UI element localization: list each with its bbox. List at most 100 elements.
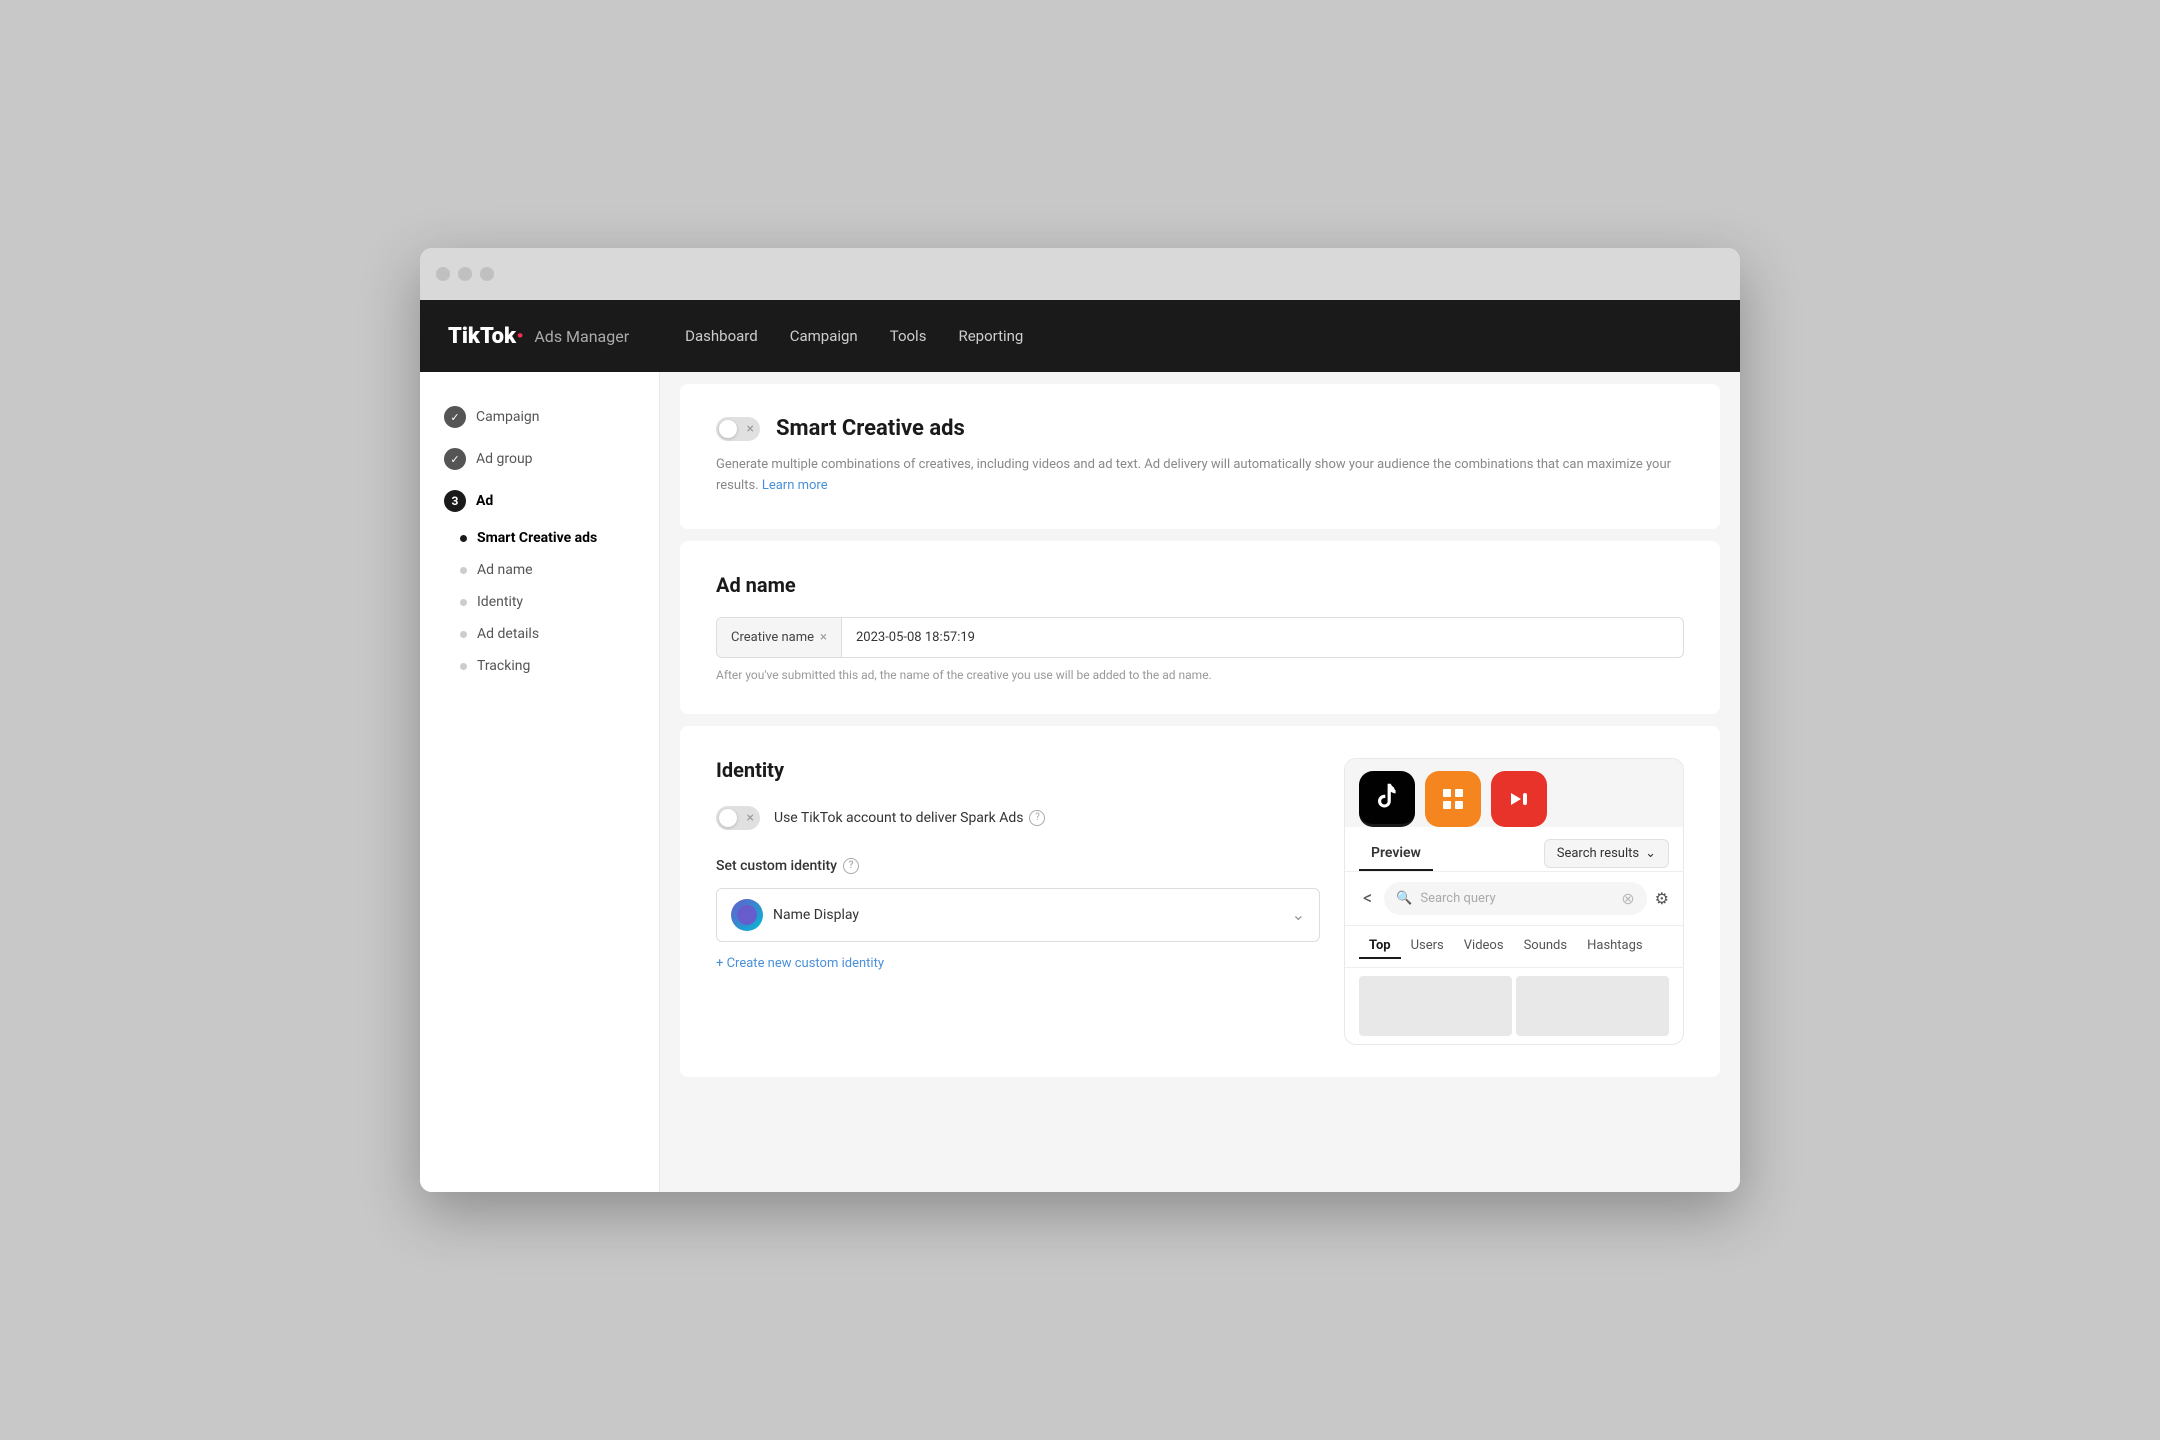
filter-icon[interactable]: ⚙ (1655, 889, 1669, 908)
sidebar-tracking-label: Tracking (477, 658, 530, 674)
ad-name-dot (460, 567, 467, 574)
ad-name-tag-close[interactable]: × (820, 630, 827, 645)
sidebar-identity-label: Identity (477, 594, 523, 610)
spark-row: Use TikTok account to deliver Spark Ads … (716, 806, 1320, 830)
ad-name-value[interactable]: 2023-05-08 18:57:19 (842, 618, 1683, 657)
nav-tools[interactable]: Tools (890, 323, 927, 349)
sidebar-item-ad[interactable]: 3 Ad (420, 480, 659, 522)
phone-preview: Preview Search results ⌄ < 🔍 (1344, 758, 1684, 1045)
ad-name-tag: Creative name × (717, 618, 842, 657)
search-clear-icon[interactable]: ⊗ (1621, 889, 1634, 908)
nav-items: Dashboard Campaign Tools Reporting (685, 323, 1023, 349)
app-window: TikTok· Ads Manager Dashboard Campaign T… (420, 248, 1740, 1192)
preview-tabs: Preview Search results ⌄ (1345, 827, 1683, 872)
adgroup-check-icon: ✓ (444, 448, 466, 470)
filter-tab-videos[interactable]: Videos (1454, 934, 1514, 959)
filter-tab-hashtags[interactable]: Hashtags (1577, 934, 1653, 959)
sidebar-ad-name-label: Ad name (477, 562, 533, 578)
logo-tik: TikTok (448, 324, 516, 349)
ad-name-hint: After you've submitted this ad, the name… (716, 668, 1684, 682)
sidebar-sub-smart-creative[interactable]: Smart Creative ads (460, 522, 659, 554)
smart-creative-toggle[interactable] (716, 417, 760, 441)
search-results-chevron-icon: ⌄ (1645, 846, 1656, 861)
title-bar (420, 248, 1740, 300)
sidebar-sub-identity[interactable]: Identity (460, 586, 659, 618)
preview-app-icons (1345, 759, 1683, 827)
preview-search-row: < 🔍 Search query ⊗ ⚙ (1345, 872, 1683, 926)
tiktok-app-icon[interactable] (1359, 771, 1415, 827)
spark-toggle-thumb (719, 809, 737, 827)
logo-dot: · (516, 323, 524, 349)
spark-help-icon[interactable]: ? (1029, 810, 1045, 826)
smart-creative-title: Smart Creative ads (776, 416, 965, 441)
filter-tab-users[interactable]: Users (1401, 934, 1454, 959)
orange-app-icon[interactable] (1425, 771, 1481, 827)
create-custom-identity[interactable]: + Create new custom identity (716, 956, 1320, 971)
smart-creative-header: Smart Creative ads (716, 416, 1684, 441)
red-app-icon[interactable] (1491, 771, 1547, 827)
identity-container: Identity Use TikTok account to deliver S… (716, 758, 1684, 1045)
main-layout: ✓ Campaign ✓ Ad group 3 Ad Smart Creativ… (420, 372, 1740, 1192)
identity-dropdown[interactable]: Name Display ⌄ (716, 888, 1320, 942)
sidebar: ✓ Campaign ✓ Ad group 3 Ad Smart Creativ… (420, 372, 660, 1192)
sidebar-sub-ad-name[interactable]: Ad name (460, 554, 659, 586)
ad-name-title: Ad name (716, 573, 1684, 597)
search-results-tab[interactable]: Search results ⌄ (1544, 839, 1669, 868)
traffic-light-maximize[interactable] (480, 267, 494, 281)
sidebar-ad-details-label: Ad details (477, 626, 539, 642)
spark-label: Use TikTok account to deliver Spark Ads … (774, 810, 1045, 826)
identity-dot (460, 599, 467, 606)
search-query-placeholder: Search query (1420, 891, 1613, 906)
identity-section: Identity Use TikTok account to deliver S… (680, 726, 1720, 1077)
ad-details-dot (460, 631, 467, 638)
custom-identity-help-icon[interactable]: ? (843, 858, 859, 874)
sidebar-sub-tracking[interactable]: Tracking (460, 650, 659, 682)
ad-name-section: Ad name Creative name × 2023-05-08 18:57… (680, 541, 1720, 714)
preview-grid (1345, 968, 1683, 1044)
custom-identity-label: Set custom identity ? (716, 858, 1320, 874)
content-area: Smart Creative ads Generate multiple com… (660, 372, 1740, 1192)
sidebar-item-adgroup[interactable]: ✓ Ad group (420, 438, 659, 480)
sidebar-campaign-label: Campaign (476, 409, 539, 425)
ad-name-tag-text: Creative name (731, 630, 814, 645)
preview-tab-preview[interactable]: Preview (1359, 837, 1433, 871)
preview-cell-2 (1516, 976, 1669, 1036)
sidebar-adgroup-label: Ad group (476, 451, 533, 467)
identity-chevron-icon: ⌄ (1292, 905, 1305, 924)
sidebar-sub-ad-details[interactable]: Ad details (460, 618, 659, 650)
ad-num-icon: 3 (444, 490, 466, 512)
filter-tab-top[interactable]: Top (1359, 934, 1401, 959)
logo: TikTok· Ads Manager (448, 323, 629, 349)
preview-filter-tabs: Top Users Videos Sounds Hashtags (1345, 926, 1683, 968)
preview-search-box[interactable]: 🔍 Search query ⊗ (1384, 882, 1647, 915)
sidebar-ad-label: Ad (476, 493, 493, 509)
campaign-check-icon: ✓ (444, 406, 466, 428)
identity-left: Identity Use TikTok account to deliver S… (716, 758, 1320, 1045)
learn-more-link[interactable]: Learn more (762, 478, 828, 493)
identity-avatar (731, 899, 763, 931)
smart-creative-desc: Generate multiple combinations of creati… (716, 455, 1684, 497)
identity-avatar-inner (731, 899, 763, 931)
nav-campaign[interactable]: Campaign (790, 323, 858, 349)
spark-toggle[interactable] (716, 806, 760, 830)
sidebar-sub: Smart Creative ads Ad name Identity Ad d… (420, 522, 659, 682)
sidebar-item-campaign[interactable]: ✓ Campaign (420, 396, 659, 438)
search-icon: 🔍 (1396, 891, 1412, 906)
identity-name-text: Name Display (773, 907, 1282, 923)
sidebar-smart-creative-label: Smart Creative ads (477, 530, 597, 546)
logo-ads: Ads Manager (534, 327, 629, 346)
traffic-light-minimize[interactable] (458, 267, 472, 281)
smart-creative-section: Smart Creative ads Generate multiple com… (680, 384, 1720, 529)
filter-tab-sounds[interactable]: Sounds (1514, 934, 1578, 959)
nav-reporting[interactable]: Reporting (958, 323, 1023, 349)
preview-back-button[interactable]: < (1359, 888, 1376, 909)
traffic-light-close[interactable] (436, 267, 450, 281)
nav-dashboard[interactable]: Dashboard (685, 323, 758, 349)
tracking-dot (460, 663, 467, 670)
identity-title: Identity (716, 758, 1320, 782)
logo-tiktok: TikTok· (448, 323, 524, 349)
top-nav: TikTok· Ads Manager Dashboard Campaign T… (420, 300, 1740, 372)
smart-creative-dot (460, 535, 467, 542)
toggle-thumb (719, 420, 737, 438)
identity-preview-panel: Preview Search results ⌄ < 🔍 (1344, 758, 1684, 1045)
